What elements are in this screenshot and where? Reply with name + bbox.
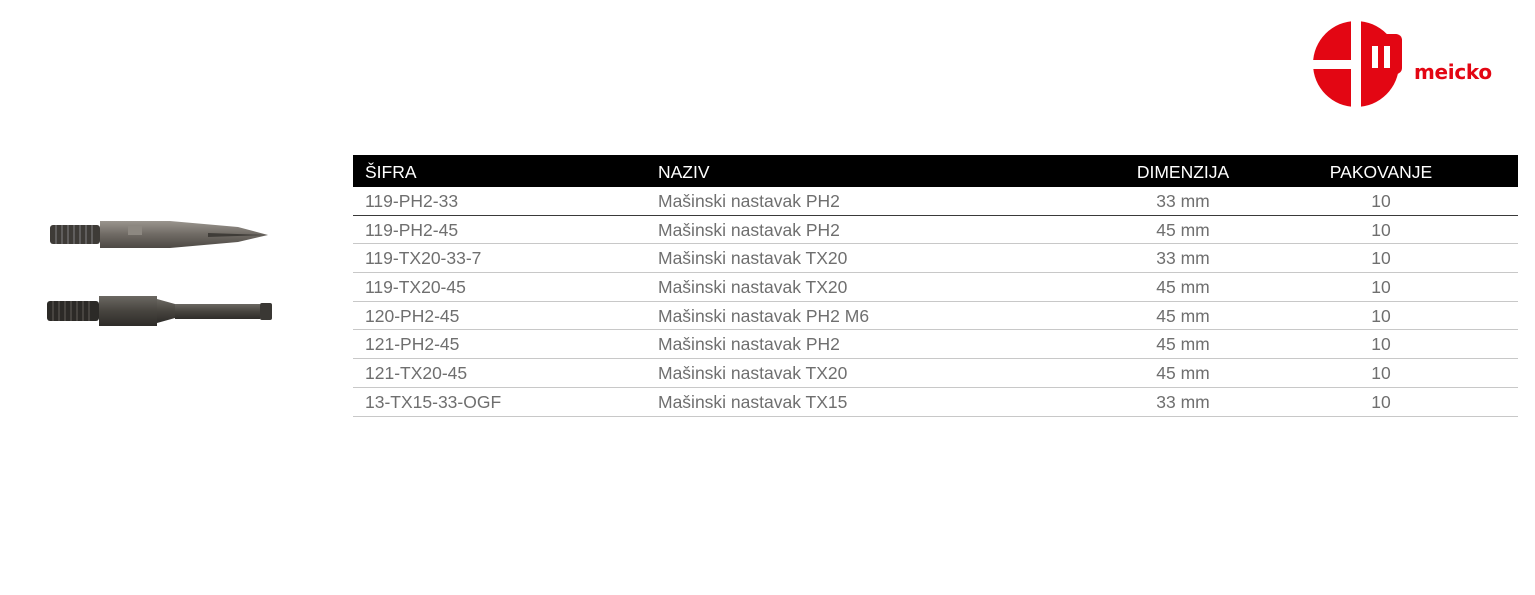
product-table: ŠIFRA NAZIV DIMENZIJA PAKOVANJE 119-PH2-… [353,155,1518,417]
cell-dimenzija: 45 mm [1156,277,1210,298]
table-row: 119-PH2-45 Mašinski nastavak PH2 45 mm 1… [353,216,1518,245]
cell-dimenzija: 45 mm [1156,219,1210,240]
cell-sifra: 120-PH2-45 [365,305,460,326]
cell-sifra: 121-TX20-45 [365,363,468,384]
product-images [40,200,280,350]
header-pakovanje: PAKOVANJE [1329,162,1433,182]
cell-naziv: Mašinski nastavak TX15 [658,391,848,412]
table-row: 121-PH2-45 Mašinski nastavak PH2 45 mm 1… [353,330,1518,360]
header-naziv: NAZIV [658,162,710,182]
cell-dimenzija: 45 mm [1156,363,1210,384]
cell-naziv: Mašinski nastavak PH2 [658,334,840,355]
cell-pakovanje: 10 [1371,305,1391,326]
cell-naziv: Mašinski nastavak PH2 M6 [658,305,870,326]
torx-bit-image [47,296,272,326]
cell-pakovanje: 10 [1371,363,1391,384]
cell-sifra: 119-TX20-45 [365,277,466,298]
cell-dimenzija: 45 mm [1156,334,1210,355]
cell-naziv: Mašinski nastavak PH2 [658,191,840,211]
cell-pakovanje: 10 [1371,277,1391,298]
header-sifra: ŠIFRA [365,162,417,182]
cell-sifra: 119-TX20-33-7 [365,248,482,269]
cell-pakovanje: 10 [1371,334,1391,355]
brand-name: meicko [1414,60,1492,84]
cell-pakovanje: 10 [1371,191,1391,211]
header-dimenzija: DIMENZIJA [1136,162,1230,182]
table-row: 121-TX20-45 Mašinski nastavak TX20 45 mm… [353,359,1518,388]
cell-pakovanje: 10 [1371,391,1391,412]
cell-sifra: 121-PH2-45 [365,334,460,355]
brand-logo: meicko [1310,20,1520,110]
table-row: 120-PH2-45 Mašinski nastavak PH2 M6 45 m… [353,302,1518,331]
cell-dimenzija: 33 mm [1156,191,1210,211]
phillips-bit-image [50,221,268,248]
table-header: ŠIFRA NAZIV DIMENZIJA PAKOVANJE [353,155,1518,187]
cell-naziv: Mašinski nastavak TX20 [658,277,848,298]
cell-pakovanje: 10 [1371,219,1391,240]
cell-dimenzija: 45 mm [1156,305,1210,326]
table-row: 119-PH2-33 Mašinski nastavak PH2 33 mm 1… [353,187,1518,216]
cell-dimenzija: 33 mm [1156,248,1210,269]
cell-naziv: Mašinski nastavak TX20 [658,363,848,384]
cell-dimenzija: 33 mm [1156,391,1210,412]
cell-naziv: Mašinski nastavak TX20 [658,248,848,269]
table-row: 13-TX15-33-OGF Mašinski nastavak TX15 33… [353,388,1518,417]
cell-sifra: 13-TX15-33-OGF [365,391,502,412]
logo-mark [1310,20,1402,110]
cell-pakovanje: 10 [1371,248,1391,269]
cell-naziv: Mašinski nastavak PH2 [658,219,840,240]
table-row: 119-TX20-33-7 Mašinski nastavak TX20 33 … [353,244,1518,274]
table-row: 119-TX20-45 Mašinski nastavak TX20 45 mm… [353,273,1518,302]
cell-sifra: 119-PH2-33 [365,191,459,211]
cell-sifra: 119-PH2-45 [365,219,459,240]
